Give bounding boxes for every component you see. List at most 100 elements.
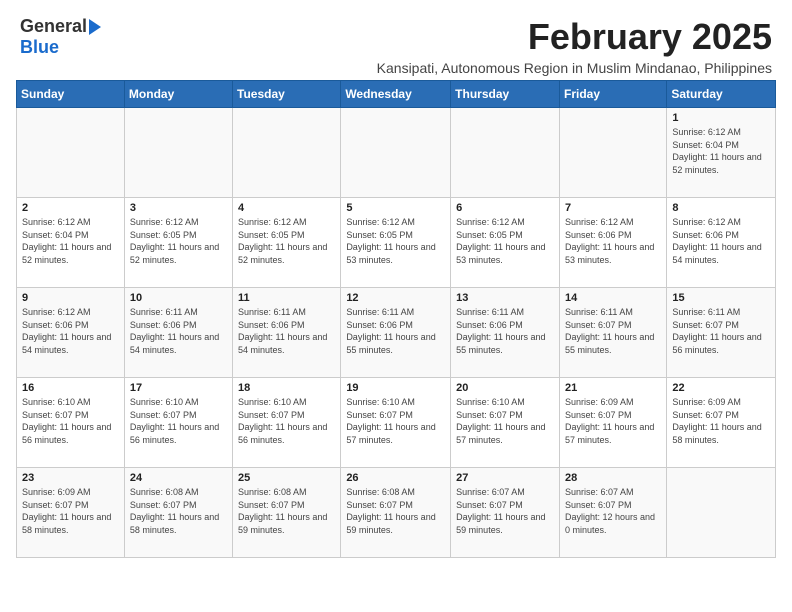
calendar-container: Sunday Monday Tuesday Wednesday Thursday… [0, 80, 792, 574]
col-saturday: Saturday [667, 81, 776, 108]
col-tuesday: Tuesday [233, 81, 341, 108]
day-number: 21 [565, 382, 661, 394]
day-info: Sunrise: 6:07 AM Sunset: 6:07 PM Dayligh… [565, 486, 661, 536]
calendar-cell: 8 Sunrise: 6:12 AM Sunset: 6:06 PM Daylig… [667, 198, 776, 288]
col-monday: Monday [124, 81, 232, 108]
day-info: Sunrise: 6:11 AM Sunset: 6:06 PM Dayligh… [456, 306, 554, 356]
day-number: 11 [238, 292, 335, 304]
day-info: Sunrise: 6:11 AM Sunset: 6:06 PM Dayligh… [346, 306, 445, 356]
calendar-cell: 14Sunrise: 6:11 AM Sunset: 6:07 PM Dayli… [559, 288, 666, 378]
calendar-week-row: 9 Sunrise: 6:12 AM Sunset: 6:06 PM Daylig… [17, 288, 776, 378]
calendar-cell: 23 Sunrise: 6:09 AM Sunset: 6:07 PM Dayli… [17, 468, 125, 558]
col-thursday: Thursday [451, 81, 560, 108]
day-info: Sunrise: 6:09 AM Sunset: 6:07 PM Dayligh… [22, 486, 119, 536]
calendar-cell: 26Sunrise: 6:08 AM Sunset: 6:07 PM Dayli… [341, 468, 451, 558]
calendar-week-row: 23 Sunrise: 6:09 AM Sunset: 6:07 PM Dayli… [17, 468, 776, 558]
day-info: Sunrise: 6:12 AM Sunset: 6:05 PM Dayligh… [238, 216, 335, 266]
day-number: 8 [672, 202, 770, 214]
day-info: Sunrise: 6:12 AM Sunset: 6:05 PM Dayligh… [130, 216, 227, 266]
calendar-cell [559, 108, 666, 198]
col-wednesday: Wednesday [341, 81, 451, 108]
logo: General Blue [20, 16, 101, 58]
day-info: Sunrise: 6:08 AM Sunset: 6:07 PM Dayligh… [346, 486, 445, 536]
day-number: 25 [238, 472, 335, 484]
day-info: Sunrise: 6:10 AM Sunset: 6:07 PM Dayligh… [346, 396, 445, 446]
calendar-cell [124, 108, 232, 198]
calendar-cell: 11 Sunrise: 6:11 AM Sunset: 6:06 PM Dayli… [233, 288, 341, 378]
calendar-table: Sunday Monday Tuesday Wednesday Thursday… [16, 80, 776, 558]
day-number: 13 [456, 292, 554, 304]
calendar-cell [667, 468, 776, 558]
day-info: Sunrise: 6:12 AM Sunset: 6:06 PM Dayligh… [672, 216, 770, 266]
day-number: 16 [22, 382, 119, 394]
day-info: Sunrise: 6:10 AM Sunset: 6:07 PM Dayligh… [130, 396, 227, 446]
day-info: Sunrise: 6:11 AM Sunset: 6:06 PM Dayligh… [130, 306, 227, 356]
day-number: 19 [346, 382, 445, 394]
calendar-cell: 19 Sunrise: 6:10 AM Sunset: 6:07 PM Dayli… [341, 378, 451, 468]
day-number: 4 [238, 202, 335, 214]
day-number: 22 [672, 382, 770, 394]
calendar-cell: 28 Sunrise: 6:07 AM Sunset: 6:07 PM Dayli… [559, 468, 666, 558]
calendar-cell: 3 Sunrise: 6:12 AM Sunset: 6:05 PM Daylig… [124, 198, 232, 288]
calendar-cell: 5 Sunrise: 6:12 AM Sunset: 6:05 PM Daylig… [341, 198, 451, 288]
day-info: Sunrise: 6:09 AM Sunset: 6:07 PM Dayligh… [672, 396, 770, 446]
day-number: 2 [22, 202, 119, 214]
calendar-week-row: 16 Sunrise: 6:10 AM Sunset: 6:07 PM Dayli… [17, 378, 776, 468]
calendar-cell: 20 Sunrise: 6:10 AM Sunset: 6:07 PM Dayli… [451, 378, 560, 468]
day-number: 1 [672, 112, 770, 124]
calendar-cell: 27 Sunrise: 6:07 AM Sunset: 6:07 PM Dayli… [451, 468, 560, 558]
main-title: February 2025 [101, 16, 772, 58]
calendar-cell: 24Sunrise: 6:08 AM Sunset: 6:07 PM Dayli… [124, 468, 232, 558]
day-number: 20 [456, 382, 554, 394]
calendar-cell [341, 108, 451, 198]
day-info: Sunrise: 6:12 AM Sunset: 6:05 PM Dayligh… [346, 216, 445, 266]
calendar-cell: 12 Sunrise: 6:11 AM Sunset: 6:06 PM Dayli… [341, 288, 451, 378]
col-sunday: Sunday [17, 81, 125, 108]
day-info: Sunrise: 6:11 AM Sunset: 6:07 PM Dayligh… [672, 306, 770, 356]
day-number: 17 [130, 382, 227, 394]
col-friday: Friday [559, 81, 666, 108]
day-number: 12 [346, 292, 445, 304]
calendar-cell [17, 108, 125, 198]
day-info: Sunrise: 6:11 AM Sunset: 6:06 PM Dayligh… [238, 306, 335, 356]
day-number: 18 [238, 382, 335, 394]
day-number: 5 [346, 202, 445, 214]
day-info: Sunrise: 6:10 AM Sunset: 6:07 PM Dayligh… [456, 396, 554, 446]
day-number: 6 [456, 202, 554, 214]
logo-general-text: General [20, 16, 87, 37]
day-info: Sunrise: 6:10 AM Sunset: 6:07 PM Dayligh… [238, 396, 335, 446]
day-info: Sunrise: 6:07 AM Sunset: 6:07 PM Dayligh… [456, 486, 554, 536]
day-number: 15 [672, 292, 770, 304]
calendar-cell: 21Sunrise: 6:09 AM Sunset: 6:07 PM Dayli… [559, 378, 666, 468]
calendar-cell: 2 Sunrise: 6:12 AM Sunset: 6:04 PM Daylig… [17, 198, 125, 288]
calendar-cell: 1 Sunrise: 6:12 AM Sunset: 6:04 PM Daylig… [667, 108, 776, 198]
day-info: Sunrise: 6:10 AM Sunset: 6:07 PM Dayligh… [22, 396, 119, 446]
subtitle: Kansipati, Autonomous Region in Muslim M… [101, 60, 772, 76]
calendar-cell: 4 Sunrise: 6:12 AM Sunset: 6:05 PM Daylig… [233, 198, 341, 288]
day-number: 3 [130, 202, 227, 214]
calendar-cell: 13 Sunrise: 6:11 AM Sunset: 6:06 PM Dayli… [451, 288, 560, 378]
calendar-cell: 17 Sunrise: 6:10 AM Sunset: 6:07 PM Dayli… [124, 378, 232, 468]
calendar-week-row: 1 Sunrise: 6:12 AM Sunset: 6:04 PM Daylig… [17, 108, 776, 198]
page-header: General Blue February 2025 Kansipati, Au… [0, 0, 792, 80]
calendar-cell: 10Sunrise: 6:11 AM Sunset: 6:06 PM Dayli… [124, 288, 232, 378]
day-info: Sunrise: 6:12 AM Sunset: 6:04 PM Dayligh… [22, 216, 119, 266]
day-number: 9 [22, 292, 119, 304]
calendar-cell: 15 Sunrise: 6:11 AM Sunset: 6:07 PM Dayli… [667, 288, 776, 378]
calendar-header-row: Sunday Monday Tuesday Wednesday Thursday… [17, 81, 776, 108]
calendar-cell [233, 108, 341, 198]
day-number: 23 [22, 472, 119, 484]
day-info: Sunrise: 6:08 AM Sunset: 6:07 PM Dayligh… [238, 486, 335, 536]
calendar-cell [451, 108, 560, 198]
day-number: 14 [565, 292, 661, 304]
day-number: 7 [565, 202, 661, 214]
calendar-cell: 9 Sunrise: 6:12 AM Sunset: 6:06 PM Daylig… [17, 288, 125, 378]
calendar-week-row: 2 Sunrise: 6:12 AM Sunset: 6:04 PM Daylig… [17, 198, 776, 288]
day-number: 28 [565, 472, 661, 484]
day-info: Sunrise: 6:12 AM Sunset: 6:06 PM Dayligh… [565, 216, 661, 266]
day-number: 27 [456, 472, 554, 484]
calendar-cell: 18 Sunrise: 6:10 AM Sunset: 6:07 PM Dayli… [233, 378, 341, 468]
day-info: Sunrise: 6:12 AM Sunset: 6:06 PM Dayligh… [22, 306, 119, 356]
day-number: 24 [130, 472, 227, 484]
day-info: Sunrise: 6:12 AM Sunset: 6:04 PM Dayligh… [672, 126, 770, 176]
